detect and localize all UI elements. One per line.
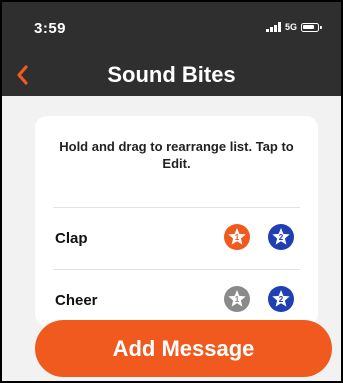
list-item-label: Cheer bbox=[55, 292, 98, 309]
star-icon[interactable]: 1 bbox=[223, 223, 251, 251]
status-time: 3:59 bbox=[34, 20, 67, 37]
instruction-text: Hold and drag to rearrange list. Tap to … bbox=[59, 139, 294, 171]
status-indicators: 5G bbox=[266, 22, 322, 32]
list-item-label: Clap bbox=[55, 230, 88, 247]
add-message-button[interactable]: Add Message bbox=[35, 320, 332, 377]
badge-number: 1 bbox=[235, 295, 240, 304]
list-item-clap[interactable]: Clap 1 2 bbox=[35, 208, 318, 268]
network-type: 5G bbox=[284, 22, 297, 32]
badge-number: 2 bbox=[279, 295, 284, 304]
status-bar: 3:59 5G bbox=[2, 2, 341, 54]
star-icon[interactable]: 1 bbox=[223, 285, 251, 313]
star-icon[interactable]: 2 bbox=[267, 285, 295, 313]
page-title: Sound Bites bbox=[107, 62, 236, 87]
star-icon[interactable]: 2 bbox=[267, 223, 295, 251]
app-screen: 3:59 5G Sound Bites Hold and drag to rea… bbox=[0, 0, 343, 383]
battery-icon bbox=[301, 22, 322, 32]
badge-number: 2 bbox=[279, 233, 284, 242]
sound-bites-card: Hold and drag to rearrange list. Tap to … bbox=[35, 116, 318, 326]
navigation-bar: Sound Bites bbox=[2, 54, 341, 96]
list-item-cheer[interactable]: Cheer 1 2 bbox=[35, 270, 318, 326]
signal-strength-icon bbox=[266, 22, 281, 32]
badge-number: 1 bbox=[235, 233, 240, 242]
